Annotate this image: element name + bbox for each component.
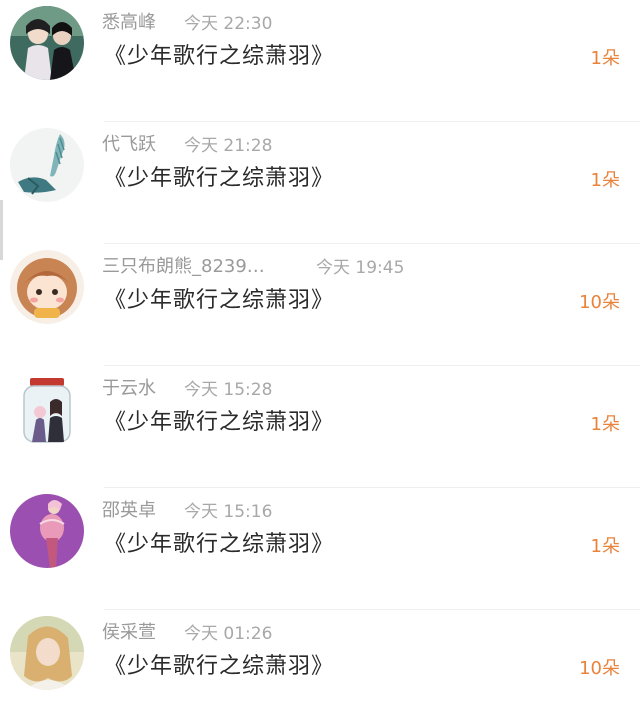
timestamp: 今天 22:30 (184, 14, 273, 34)
avatar-jar-couple-icon (10, 372, 84, 446)
list-item[interactable]: 悉高峰 今天 22:30 《少年歌行之综萧羽》 1朵 (0, 0, 640, 122)
gift-count: 1朵 (590, 48, 620, 69)
avatar-teal-sketch-icon (10, 128, 84, 202)
book-title[interactable]: 《少年歌行之综萧羽》 (104, 38, 334, 70)
avatar-blonde-portrait-icon (10, 616, 84, 690)
timestamp: 今天 21:28 (184, 136, 273, 156)
avatar[interactable] (10, 6, 84, 80)
user-name[interactable]: 代飞跃 (102, 130, 156, 156)
gift-count: 1朵 (590, 536, 620, 557)
avatar[interactable] (10, 250, 84, 324)
avatar[interactable] (10, 494, 84, 568)
avatar[interactable] (10, 372, 84, 446)
timestamp: 今天 01:26 (184, 624, 273, 644)
timestamp: 今天 15:28 (184, 380, 273, 400)
gift-count: 1朵 (590, 170, 620, 191)
list-item[interactable]: 侯采萱 今天 01:26 《少年歌行之综萧羽》 10朵 (0, 610, 640, 722)
list-item[interactable]: 三只布朗熊_8239… 今天 19:45 《少年歌行之综萧羽》 10朵 (0, 244, 640, 366)
user-name[interactable]: 三只布朗熊_8239… (102, 252, 265, 278)
book-title[interactable]: 《少年歌行之综萧羽》 (104, 282, 334, 314)
user-name[interactable]: 悉高峰 (102, 8, 156, 34)
list-item[interactable]: 于云水 今天 15:28 《少年歌行之综萧羽》 1朵 (0, 366, 640, 488)
avatar[interactable] (10, 616, 84, 690)
timestamp: 今天 19:45 (316, 258, 405, 278)
user-name[interactable]: 邵英卓 (102, 496, 156, 522)
gift-count: 10朵 (579, 658, 620, 679)
user-name[interactable]: 侯采萱 (102, 618, 156, 644)
book-title[interactable]: 《少年歌行之综萧羽》 (104, 526, 334, 558)
book-title[interactable]: 《少年歌行之综萧羽》 (104, 160, 334, 192)
user-name[interactable]: 于云水 (102, 374, 156, 400)
gift-record-list: 悉高峰 今天 22:30 《少年歌行之综萧羽》 1朵 代飞跃 今天 21:28 … (0, 0, 640, 722)
book-title[interactable]: 《少年歌行之综萧羽》 (104, 404, 334, 436)
gift-count: 1朵 (590, 414, 620, 435)
avatar[interactable] (10, 128, 84, 202)
list-item[interactable]: 代飞跃 今天 21:28 《少年歌行之综萧羽》 1朵 (0, 122, 640, 244)
list-item[interactable]: 邵英卓 今天 15:16 《少年歌行之综萧羽》 1朵 (0, 488, 640, 610)
avatar-dark-costume-icon (10, 6, 84, 80)
gift-count: 10朵 (579, 292, 620, 313)
timestamp: 今天 15:16 (184, 502, 273, 522)
avatar-purple-figure-icon (10, 494, 84, 568)
avatar-cartoon-girl-icon (10, 250, 84, 324)
book-title[interactable]: 《少年歌行之综萧羽》 (104, 648, 334, 680)
